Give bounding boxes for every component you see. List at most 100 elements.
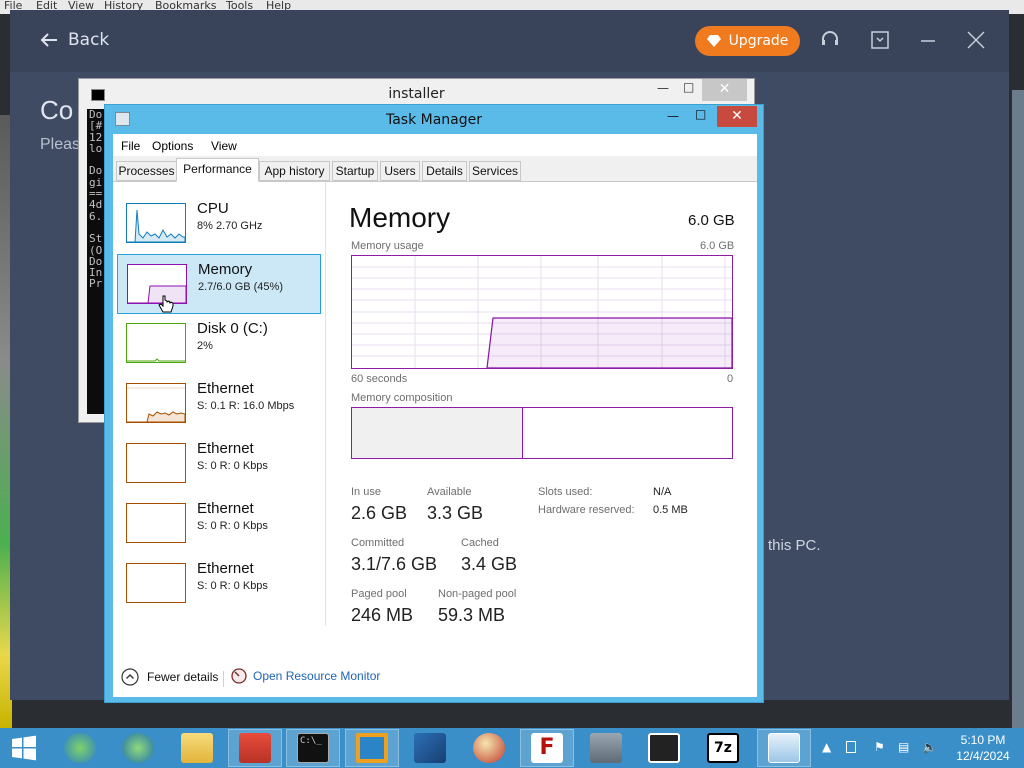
resource-ethernet-1[interactable]: Ethernet S: 0.1 R: 16.0 Mbps xyxy=(117,374,321,434)
resource-memory[interactable]: Memory 2.7/6.0 GB (45%) xyxy=(117,254,321,314)
open-resource-monitor-link[interactable]: Open Resource Monitor xyxy=(231,668,380,684)
slots-used-label: Slots used: xyxy=(538,486,593,498)
tray-flag-icon[interactable]: ⚑ xyxy=(874,740,885,754)
resource-ethernet-3[interactable]: Ethernet S: 0 R: 0 Kbps xyxy=(117,494,321,554)
back-button[interactable]: Back xyxy=(40,30,109,50)
memory-stat: 2.7/6.0 GB (45%) xyxy=(198,281,283,293)
start-button[interactable] xyxy=(0,729,48,767)
available-value: 3.3 GB xyxy=(427,503,484,523)
toolbox-icon xyxy=(239,733,271,763)
taskbar-app-network[interactable] xyxy=(462,729,516,767)
taskbar-app-device[interactable] xyxy=(579,729,633,767)
chart-time-left: 60 seconds xyxy=(351,373,408,385)
memory-thumbnail xyxy=(127,264,187,304)
disk-stat: 2% xyxy=(197,340,213,352)
app-heading: Co xyxy=(40,95,74,125)
ethernet-1-name: Ethernet xyxy=(197,380,254,397)
tm-minimize-button[interactable]: — xyxy=(667,109,679,123)
resource-cpu[interactable]: CPU 8% 2.70 GHz xyxy=(117,194,321,254)
tab-details[interactable]: Details xyxy=(422,161,467,181)
clock-time: 5:10 PM xyxy=(960,733,1006,747)
resource-monitor-icon xyxy=(231,668,247,684)
disk-name: Disk 0 (C:) xyxy=(197,320,268,337)
memory-name: Memory xyxy=(198,261,253,278)
in-use-label: In use xyxy=(351,486,381,498)
ethernet-2-thumbnail xyxy=(126,443,186,483)
tab-services[interactable]: Services xyxy=(469,161,521,181)
taskbar-app-ie-2[interactable] xyxy=(111,729,165,767)
app-pc-text: this PC. xyxy=(768,537,821,554)
hardware-reserved-value: 0.5 MB xyxy=(653,504,688,516)
taskbar-app-explorer[interactable] xyxy=(170,729,224,767)
tray-overflow-icon[interactable]: ▲ xyxy=(822,740,831,754)
taskbar-app-cmd[interactable]: C:\_ xyxy=(286,729,340,767)
committed-value: 3.1/7.6 GB xyxy=(351,554,438,574)
slots-used-value: N/A xyxy=(653,486,672,498)
support-icon[interactable] xyxy=(820,30,840,55)
tab-processes[interactable]: Processes xyxy=(116,161,177,181)
hardware-reserved-label: Hardware reserved: xyxy=(538,504,635,516)
taskbar-app-filezilla[interactable]: F xyxy=(520,729,574,767)
nonpaged-pool-value: 59.3 MB xyxy=(438,605,506,625)
resource-disk[interactable]: Disk 0 (C:) 2% xyxy=(117,314,321,374)
fewer-details-button[interactable]: Fewer details xyxy=(121,668,218,686)
tab-app-history[interactable]: App history xyxy=(259,161,330,181)
command-prompt-icon: C:\_ xyxy=(297,733,329,763)
task-manager-window[interactable]: Task Manager — □ ✕ File Options View Pro… xyxy=(104,104,764,703)
task-manager-client: File Options View Processes Performance … xyxy=(113,134,757,697)
ethernet-3-name: Ethernet xyxy=(197,500,254,517)
tab-startup[interactable]: Startup xyxy=(332,161,378,181)
close-icon[interactable] xyxy=(967,31,985,54)
paged-pool-value: 246 MB xyxy=(351,605,414,625)
tab-users[interactable]: Users xyxy=(380,161,420,181)
memory-usage-max: 6.0 GB xyxy=(700,240,735,252)
taskbar-clock[interactable]: 5:10 PM 12/4/2024 xyxy=(948,732,1018,764)
tm-maximize-button[interactable]: □ xyxy=(695,107,706,121)
disk-thumbnail xyxy=(126,323,186,363)
resource-ethernet-2[interactable]: Ethernet S: 0 R: 0 Kbps xyxy=(117,434,321,494)
arrow-left-icon xyxy=(40,33,57,47)
tab-performance[interactable]: Performance xyxy=(176,158,259,182)
tm-close-button[interactable]: ✕ xyxy=(717,106,757,127)
tm-menu-file[interactable]: File xyxy=(121,139,140,153)
installer-close-button[interactable]: ✕ xyxy=(702,79,747,101)
tray-network-icon[interactable]: ▤ xyxy=(898,740,909,754)
desktop-edge-right xyxy=(1012,90,1024,728)
installer-maximize-button[interactable]: □ xyxy=(683,80,694,94)
footer-divider xyxy=(223,671,224,687)
composition-in-use-segment xyxy=(352,408,523,458)
taskbar-app-installer[interactable] xyxy=(345,729,399,767)
taskbar-app-ie-1[interactable] xyxy=(53,729,107,767)
chart-time-right: 0 xyxy=(727,373,734,385)
taskbar-app-toolbox[interactable] xyxy=(228,729,282,767)
tm-menu-options[interactable]: Options xyxy=(152,139,193,153)
upgrade-label: Upgrade xyxy=(728,33,789,49)
cpu-name: CPU xyxy=(197,200,229,217)
download-icon[interactable] xyxy=(871,31,889,54)
taskbar-app-taskmanager[interactable] xyxy=(757,729,811,767)
virtualbox-icon xyxy=(414,733,446,763)
back-label: Back xyxy=(68,30,110,50)
cached-value: 3.4 GB xyxy=(461,554,518,574)
taskbar-app-remote[interactable] xyxy=(637,729,691,767)
ethernet-2-name: Ethernet xyxy=(197,440,254,457)
tray-device-icon[interactable] xyxy=(846,741,856,753)
memory-composition-bar xyxy=(351,407,733,459)
installer-minimize-button[interactable]: — xyxy=(657,81,669,95)
resource-ethernet-4[interactable]: Ethernet S: 0 R: 0 Kbps xyxy=(117,554,321,614)
tm-menu-view[interactable]: View xyxy=(211,139,237,153)
cached-label: Cached xyxy=(461,537,499,549)
windows-logo-icon xyxy=(12,735,36,761)
minimize-icon[interactable] xyxy=(919,28,937,51)
upgrade-button[interactable]: Upgrade xyxy=(695,26,800,56)
taskbar-app-7zip[interactable]: 7z xyxy=(696,729,750,767)
ethernet-1-thumbnail xyxy=(126,383,186,423)
internet-explorer-icon xyxy=(122,733,154,763)
taskbar: C:\_ F 7z xyxy=(0,728,1024,768)
available-label: Available xyxy=(427,486,472,498)
cpu-thumbnail xyxy=(126,203,186,243)
tray-volume-icon[interactable]: 🔈 xyxy=(922,740,937,754)
ethernet-3-stat: S: 0 R: 0 Kbps xyxy=(197,520,268,532)
ethernet-2-stat: S: 0 R: 0 Kbps xyxy=(197,460,268,472)
taskbar-app-virtualbox[interactable] xyxy=(403,729,457,767)
